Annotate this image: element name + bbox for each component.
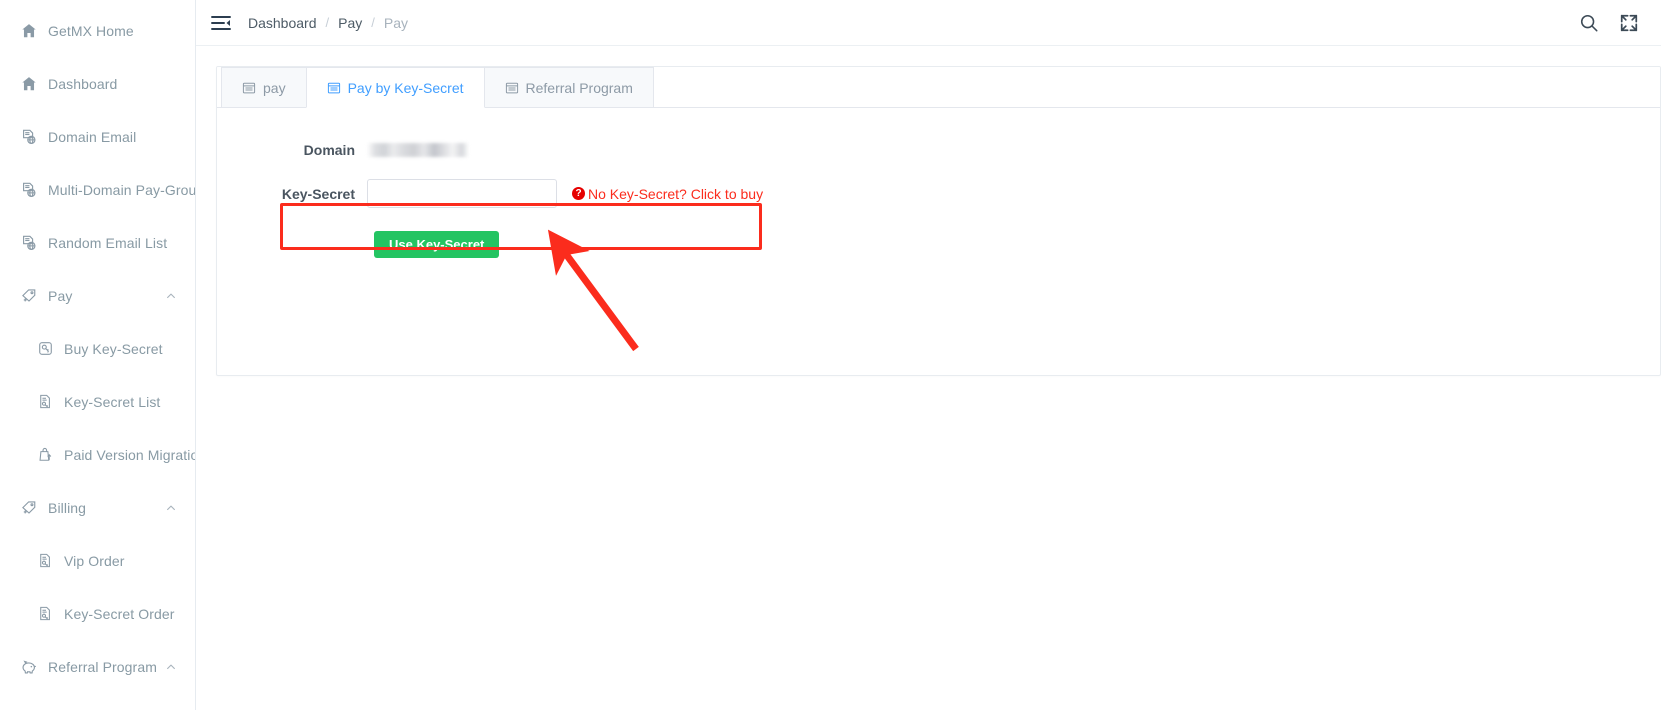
key-box-icon — [36, 340, 54, 358]
piggy-bank-icon — [20, 658, 38, 676]
pay-card: pay Pay by Key-Secret Referral Program Dom… — [216, 66, 1661, 376]
breadcrumb-item-dashboard[interactable]: Dashboard — [248, 15, 317, 31]
sidebar-item-vip-order[interactable]: Vip Order — [0, 534, 195, 587]
sidebar: GetMX Home Dashboard Domain Email Multi-Dom… — [0, 0, 196, 710]
bag-upload-icon — [36, 446, 54, 464]
tag-plus-icon — [20, 287, 38, 305]
tag-plus-icon — [20, 499, 38, 517]
calendar-list-icon — [505, 81, 519, 95]
sidebar-item-label: Domain Email — [48, 128, 137, 145]
sidebar-item-buy-key-secret[interactable]: Buy Key-Secret — [0, 322, 195, 375]
main-area: Dashboard / Pay / Pay pay Pay by Key-Sec… — [196, 0, 1661, 710]
sidebar-item-label: Vip Order — [64, 552, 125, 569]
sidebar-item-random-email-list[interactable]: Random Email List — [0, 216, 195, 269]
calendar-list-icon — [327, 81, 341, 95]
tab-bar: pay Pay by Key-Secret Referral Program — [217, 67, 1660, 108]
domain-row: Domain — [217, 142, 1660, 158]
domain-value-masked — [367, 143, 469, 157]
breadcrumb-separator: / — [371, 15, 375, 30]
buy-key-secret-link[interactable]: ? No Key-Secret? Click to buy — [572, 186, 763, 202]
sidebar-item-label: Billing — [48, 499, 87, 516]
sidebar-item-label: Key-Secret List — [64, 393, 161, 410]
sidebar-item-label: Dashboard — [48, 75, 118, 92]
buy-key-secret-link-label: No Key-Secret? Click to buy — [588, 185, 764, 202]
sidebar-item-label: Multi-Domain Pay-Group — [48, 181, 196, 198]
sidebar-item-label: Buy Key-Secret — [64, 340, 163, 357]
home-icon — [20, 75, 38, 93]
document-globe-icon — [20, 128, 38, 146]
chevron-up-icon[interactable] — [165, 502, 177, 514]
sidebar-item-key-secret-list[interactable]: Key-Secret List — [0, 375, 195, 428]
tab-label: Pay by Key-Secret — [347, 79, 464, 96]
sidebar-item-label: Key-Secret Order — [64, 605, 175, 622]
use-key-secret-button[interactable]: Use Key-Secret — [374, 231, 500, 258]
key-secret-form: Domain Key-Secret ? No Key-Secret? Click… — [217, 108, 1660, 258]
sidebar-item-key-secret-order[interactable]: Key-Secret Order — [0, 587, 195, 640]
sidebar-item-getmx-home[interactable]: GetMX Home — [0, 4, 195, 57]
tab-pay[interactable]: pay — [221, 67, 307, 107]
breadcrumb: Dashboard / Pay / Pay — [248, 15, 408, 31]
key-secret-input[interactable] — [367, 179, 557, 208]
sidebar-item-multi-domain-pay-group[interactable]: Multi-Domain Pay-Group — [0, 163, 195, 216]
topbar: Dashboard / Pay / Pay — [196, 0, 1661, 46]
sidebar-item-pay[interactable]: Pay — [0, 269, 195, 322]
document-globe-icon — [20, 181, 38, 199]
key-secret-label: Key-Secret — [281, 185, 355, 202]
domain-label: Domain — [303, 142, 355, 158]
document-key-icon — [36, 393, 54, 411]
chevron-up-icon[interactable] — [165, 661, 177, 673]
tab-pay-by-key-secret[interactable]: Pay by Key-Secret — [305, 67, 485, 108]
tab-label: Referral Program — [525, 79, 633, 96]
submit-row: Use Key-Secret — [217, 231, 1660, 258]
document-key-icon — [36, 605, 54, 623]
sidebar-item-dashboard[interactable]: Dashboard — [0, 57, 195, 110]
tab-referral-program[interactable]: Referral Program — [483, 67, 654, 107]
sidebar-item-label: GetMX Home — [48, 22, 134, 39]
sidebar-item-label: Random Email List — [48, 234, 168, 251]
breadcrumb-separator: / — [325, 15, 330, 30]
chevron-up-icon[interactable] — [165, 290, 177, 302]
calendar-list-icon — [242, 81, 256, 95]
sidebar-item-referral-program[interactable]: Referral Program — [0, 640, 195, 693]
sidebar-item-billing[interactable]: Billing — [0, 481, 195, 534]
tab-label: pay — [263, 79, 286, 96]
key-secret-row: Key-Secret ? No Key-Secret? Click to buy — [217, 170, 1660, 217]
document-globe-icon — [20, 234, 38, 252]
document-key-icon — [36, 552, 54, 570]
sidebar-item-label: Pay — [48, 287, 73, 304]
question-circle-icon: ? — [572, 187, 585, 200]
sidebar-item-label: Paid Version Migration — [64, 446, 196, 463]
home-icon — [20, 22, 38, 40]
breadcrumb-item-pay: Pay — [383, 14, 408, 31]
sidebar-item-domain-email[interactable]: Domain Email — [0, 110, 195, 163]
sidebar-item-label: Referral Program — [48, 658, 157, 675]
breadcrumb-item-pay[interactable]: Pay — [338, 15, 362, 31]
content-area: pay Pay by Key-Secret Referral Program Dom… — [196, 46, 1661, 710]
sidebar-item-paid-version-migration[interactable]: Paid Version Migration — [0, 428, 195, 481]
topbar-actions — [1579, 13, 1639, 33]
app-root: GetMX Home Dashboard Domain Email Multi-Dom… — [0, 0, 1661, 710]
hamburger-collapse-icon[interactable] — [210, 12, 232, 34]
search-icon[interactable] — [1579, 13, 1599, 33]
fullscreen-expand-icon[interactable] — [1619, 13, 1639, 33]
